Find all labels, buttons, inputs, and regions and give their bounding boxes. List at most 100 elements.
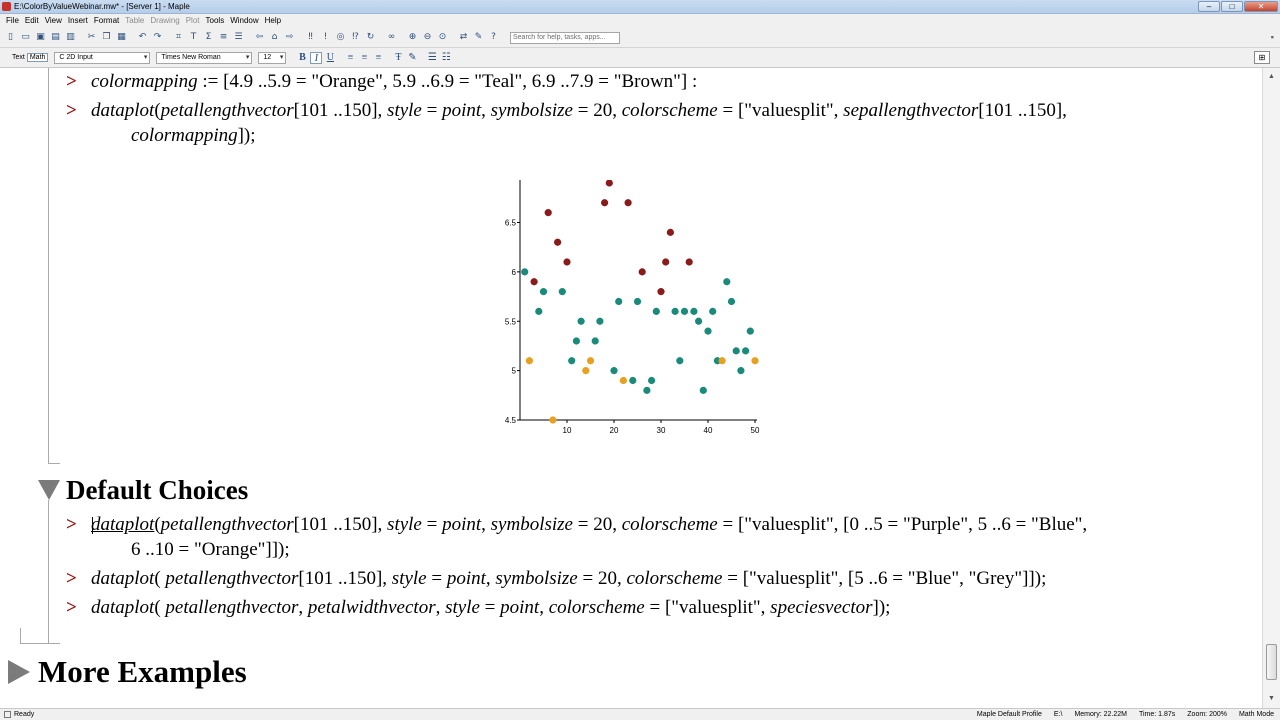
insert-text-icon[interactable]: T [187,31,200,44]
section-collapsed-icon[interactable] [8,660,30,684]
data-point [676,357,684,365]
numbered-list-icon[interactable]: ☷ [440,52,452,64]
align-left-icon[interactable]: ≡ [344,52,356,64]
print-icon[interactable]: ▤ [49,31,62,44]
debug-icon[interactable]: ⁉ [349,31,362,44]
restart-icon[interactable]: ↻ [364,31,377,44]
data-point [709,307,717,315]
cut-icon[interactable]: ✂ [85,31,98,44]
paste-icon[interactable]: ▦ [115,31,128,44]
execute-all-icon[interactable]: ‼ [304,31,317,44]
menu-help[interactable]: Help [262,14,284,28]
input-dataplot-4[interactable]: dataplot( petallengthvector, petalwidthv… [91,597,890,619]
highlight-icon[interactable]: Ŧ [392,52,404,64]
font-size-select[interactable]: 12 [258,51,287,64]
menu-drawing[interactable]: Drawing [147,14,182,28]
style-select[interactable]: C 2D Input [54,51,151,64]
scrollbar-thumb[interactable] [1266,644,1277,680]
font-select[interactable]: Times New Roman [156,51,253,64]
data-point [549,416,557,424]
forward-icon[interactable]: ⇨ [283,31,296,44]
data-point [525,357,533,365]
link-icon[interactable]: ∞ [385,31,398,44]
search-icon[interactable]: ✎ [472,31,485,44]
section-heading-default-choices[interactable]: Default Choices [66,474,248,506]
maximize-button[interactable]: □ [1221,1,1243,12]
record-icon[interactable]: ⇄ [457,31,470,44]
menu-insert[interactable]: Insert [65,14,91,28]
underline-icon[interactable]: U [324,52,336,64]
bold-icon[interactable]: B [296,52,308,64]
section-icon[interactable]: ≡ [217,31,230,44]
input-dataplot-2[interactable]: dataplot(petallengthvector[101 ..150], s… [91,514,1087,536]
search-input[interactable]: Search for help, tasks, apps... [510,31,620,44]
section-bracket [48,500,60,644]
menu-table[interactable]: Table [122,14,147,28]
scroll-down-icon[interactable]: ▼ [1266,694,1277,704]
bullet-list-icon[interactable]: ☰ [426,52,438,64]
subsection-icon[interactable]: ☰ [232,31,245,44]
pen-icon[interactable]: ✎ [406,52,418,64]
toolbar-overflow-icon[interactable]: ▪ [1271,32,1274,42]
insert-math-icon[interactable]: ⌗ [172,31,185,44]
align-right-icon[interactable]: ≡ [372,52,384,64]
home-icon[interactable]: ⌂ [268,31,281,44]
scroll-up-icon[interactable]: ▲ [1266,72,1277,82]
data-point [619,376,627,385]
data-point [746,327,754,335]
minimize-button[interactable]: – [1198,1,1220,12]
copy-icon[interactable]: ❐ [100,31,113,44]
data-point [652,307,660,315]
align-center-icon[interactable]: ≡ [358,52,370,64]
print-preview-icon[interactable]: ▥ [64,31,77,44]
scatter-plot[interactable]: 10 20 30 40 50 4.5 5 5.5 6 6.5 [496,180,768,506]
redo-icon[interactable]: ↷ [151,31,164,44]
zoom-reset-icon[interactable]: ⊙ [436,31,449,44]
zoom-in-icon[interactable]: ⊕ [406,31,419,44]
text-mode-button[interactable]: Text [10,54,27,61]
new-document-icon[interactable]: ▯ [4,31,17,44]
data-point [572,337,580,345]
menu-view[interactable]: View [42,14,65,28]
help-icon[interactable]: ? [487,31,500,44]
section-expanded-icon[interactable] [38,480,60,500]
italic-icon[interactable]: I [310,51,323,64]
menu-bar: File Edit View Insert Format Table Drawi… [0,14,1280,28]
x-tick-label: 40 [704,426,713,435]
y-tick-label: 5.5 [505,317,517,326]
input-dataplot-1[interactable]: dataplot(petallengthvector[101 ..150], s… [91,100,1067,122]
y-tick-label: 6 [512,268,517,277]
insert-prompt-icon[interactable]: Σ [202,31,215,44]
maple-logo-icon [2,2,11,11]
data-point [723,278,731,286]
x-tick-label: 50 [751,426,760,435]
input-colormapping[interactable]: colormapping := [4.9 ..5.9 = "Orange", 5… [91,71,697,93]
menu-edit[interactable]: Edit [22,14,42,28]
input-dataplot-1-continued[interactable]: colormapping]); [131,125,256,147]
close-button[interactable]: ✕ [1244,1,1278,12]
stop-icon[interactable]: ◎ [334,31,347,44]
data-point [535,307,543,315]
zoom-out-icon[interactable]: ⊖ [421,31,434,44]
document-area[interactable]: > colormapping := [4.9 ..5.9 = "Orange",… [0,68,1262,708]
menu-window[interactable]: Window [227,14,261,28]
undo-icon[interactable]: ↶ [136,31,149,44]
prompt-3: > [66,514,77,535]
execute-icon[interactable]: ! [319,31,332,44]
back-icon[interactable]: ⇦ [253,31,266,44]
data-point [742,347,750,355]
title-bar: E:\ColorByValueWebinar.mw* - [Server 1] … [0,0,1280,14]
save-icon[interactable]: ▣ [34,31,47,44]
vertical-scrollbar[interactable]: ▲ ▼ [1262,68,1280,708]
menu-plot[interactable]: Plot [183,14,203,28]
section-heading-more-examples[interactable]: More Examples [38,654,247,690]
menu-tools[interactable]: Tools [203,14,228,28]
input-dataplot-3[interactable]: dataplot( petallengthvector[101 ..150], … [91,568,1046,590]
open-file-icon[interactable]: ▭ [19,31,32,44]
input-dataplot-2-continued[interactable]: 6 ..10 = "Orange"]]); [131,539,290,561]
expand-panel-icon[interactable]: ⊞ [1254,51,1270,64]
menu-file[interactable]: File [3,14,22,28]
data-point [601,199,609,207]
menu-format[interactable]: Format [91,14,122,28]
math-mode-button[interactable]: Math [26,53,49,62]
